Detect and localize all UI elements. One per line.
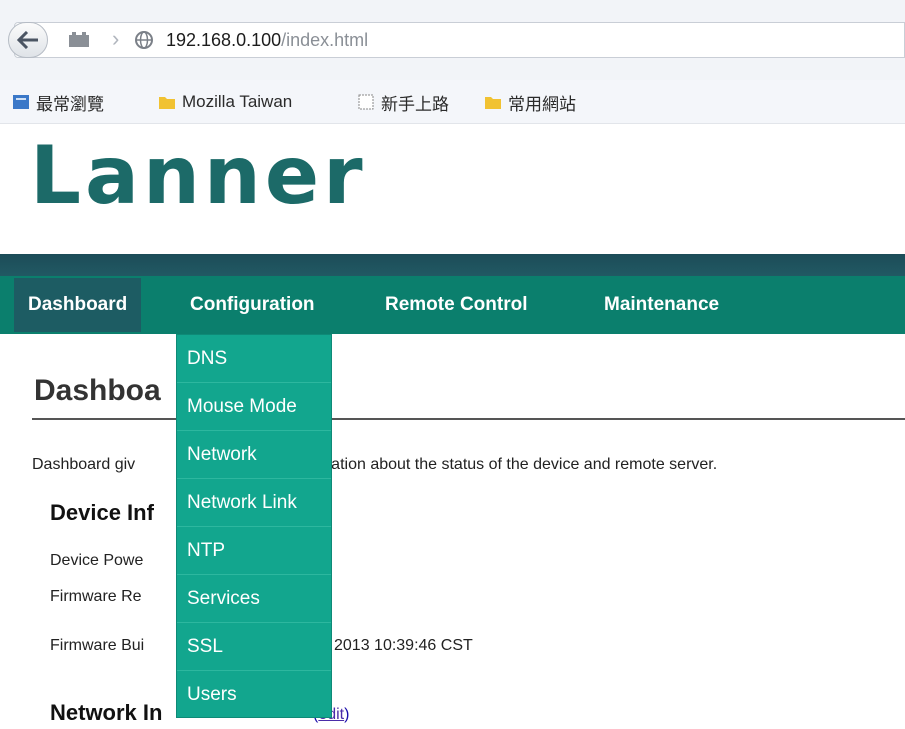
menu-item-dns[interactable]: DNS bbox=[177, 335, 331, 383]
globe-icon bbox=[135, 31, 153, 49]
breadcrumb-separator: › bbox=[112, 26, 120, 51]
menu-item-network[interactable]: Network bbox=[177, 431, 331, 479]
lanner-logo: Lanner bbox=[30, 129, 367, 222]
bookmark-label: 新手上路 bbox=[381, 94, 449, 114]
folder-icon bbox=[485, 97, 501, 109]
menu-item-network-link[interactable]: Network Link bbox=[177, 479, 331, 527]
nav-top-band bbox=[0, 254, 905, 276]
bookmark-label: Mozilla Taiwan bbox=[182, 92, 293, 111]
menu-item-ntp[interactable]: NTP bbox=[177, 527, 331, 575]
title-divider bbox=[32, 418, 905, 420]
page-icon bbox=[13, 95, 29, 109]
bookmarks-bar: 最常瀏覽 Mozilla Taiwan 新手上路 常用網站 bbox=[0, 80, 905, 124]
menu-item-users[interactable]: Users bbox=[177, 671, 331, 719]
bookmark-mozilla-taiwan[interactable]: Mozilla Taiwan bbox=[158, 90, 292, 114]
url-path: /index.html bbox=[281, 30, 369, 50]
nav-remote-control[interactable]: Remote Control bbox=[385, 276, 528, 334]
bookmark-most-visited[interactable]: 最常瀏覽 bbox=[12, 90, 104, 114]
nav-configuration[interactable]: Configuration bbox=[190, 276, 315, 334]
intro-text-left: Dashboard giv bbox=[32, 456, 136, 473]
back-button[interactable] bbox=[8, 22, 48, 58]
blank-page-icon bbox=[358, 94, 374, 110]
url-text[interactable]: 192.168.0.100/index.html bbox=[166, 30, 368, 51]
url-host: 192.168.0.100 bbox=[166, 30, 282, 50]
menu-item-services[interactable]: Services bbox=[177, 575, 331, 623]
bookmark-getting-started[interactable]: 新手上路 bbox=[357, 90, 449, 114]
nav-maintenance[interactable]: Maintenance bbox=[604, 276, 719, 334]
nav-dashboard[interactable]: Dashboard bbox=[14, 278, 142, 332]
network-info-heading: Network In bbox=[50, 700, 163, 725]
firmware-build-value: 2013 10:39:46 CST bbox=[334, 637, 473, 654]
device-power-label: Device Powe bbox=[50, 552, 144, 569]
firmware-build-label: Firmware Bui bbox=[50, 637, 145, 654]
intro-text: Dashboard giv formation about the status … bbox=[32, 456, 717, 474]
device-info-heading: Device Inf bbox=[50, 500, 154, 525]
bookmark-common-sites[interactable]: 常用網站 bbox=[484, 90, 576, 114]
back-arrow-icon bbox=[17, 31, 38, 49]
configuration-dropdown: DNS Mouse Mode Network Network Link NTP … bbox=[176, 334, 332, 718]
menu-item-ssl[interactable]: SSL bbox=[177, 623, 331, 671]
bookmark-label: 最常瀏覽 bbox=[36, 94, 104, 114]
bookmark-label: 常用網站 bbox=[508, 94, 576, 114]
menu-item-mouse-mode[interactable]: Mouse Mode bbox=[177, 383, 331, 431]
intro-text-right: formation about the status of the device… bbox=[299, 456, 718, 473]
firmware-revision-label: Firmware Re bbox=[50, 588, 142, 605]
folder-icon bbox=[159, 97, 175, 109]
page-title: Dashboa bbox=[34, 374, 161, 407]
main-nav: Dashboard Configuration Remote Control M… bbox=[0, 276, 905, 334]
history-icon[interactable] bbox=[68, 32, 90, 48]
